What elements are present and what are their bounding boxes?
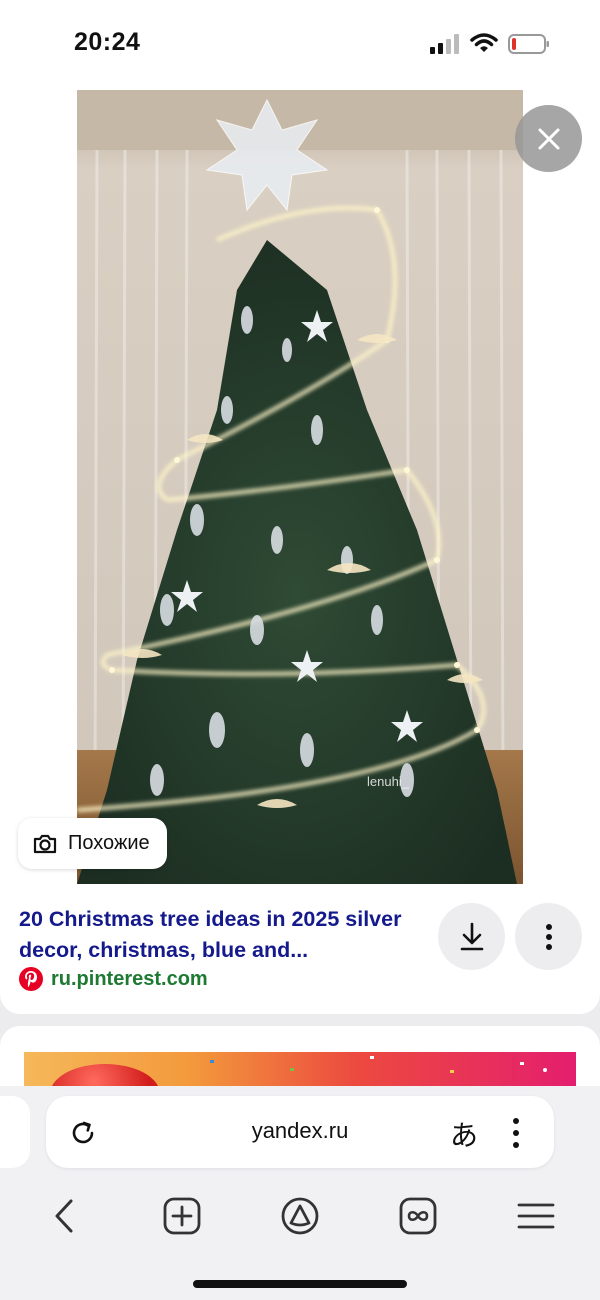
- pinterest-icon: [19, 967, 43, 991]
- new-tab-button[interactable]: [160, 1194, 204, 1238]
- status-bar: 20:24: [0, 0, 600, 90]
- confetti: [543, 1068, 547, 1072]
- signal-icon: [430, 34, 459, 54]
- confetti: [210, 1060, 214, 1063]
- alice-assistant-icon: [281, 1197, 319, 1235]
- confetti: [290, 1068, 294, 1071]
- back-arrow-icon: [55, 1199, 73, 1233]
- download-button[interactable]: [438, 903, 505, 970]
- confetti: [520, 1062, 524, 1065]
- battery-icon: [508, 34, 549, 54]
- hamburger-menu-icon: [517, 1203, 555, 1229]
- translate-icon[interactable]: あ: [450, 1114, 478, 1154]
- menu-button[interactable]: [514, 1194, 558, 1238]
- back-button[interactable]: [42, 1194, 86, 1238]
- camera-icon: [33, 834, 57, 853]
- tabs-button[interactable]: [396, 1194, 440, 1238]
- confetti: [370, 1056, 374, 1059]
- tabs-switcher-icon: [399, 1197, 437, 1235]
- tree-illustration: lenuhi_: [77, 90, 523, 884]
- previous-tab-peek[interactable]: [0, 1096, 30, 1168]
- alice-button[interactable]: [278, 1194, 322, 1238]
- browser-chrome: yandex.ru あ: [0, 1086, 600, 1300]
- close-button[interactable]: [515, 105, 582, 172]
- christmas-tree-image[interactable]: lenuhi_: [77, 90, 523, 884]
- address-bar[interactable]: yandex.ru あ: [46, 1096, 554, 1168]
- home-indicator: [193, 1280, 407, 1288]
- more-vertical-icon: [545, 923, 552, 950]
- confetti: [450, 1070, 454, 1073]
- similar-label: Похожие: [68, 832, 150, 854]
- more-options-button[interactable]: [515, 903, 582, 970]
- image-viewer: lenuhi_ Похожие: [0, 90, 600, 884]
- result-source[interactable]: ru.pinterest.com: [19, 967, 208, 991]
- download-icon: [460, 922, 483, 950]
- wifi-icon: [470, 33, 498, 52]
- status-time: 20:24: [74, 28, 141, 56]
- similar-images-button[interactable]: Похожие: [18, 818, 167, 869]
- watermark: lenuhi_: [367, 774, 410, 789]
- bottom-toolbar: [0, 1190, 600, 1240]
- source-domain: ru.pinterest.com: [51, 967, 208, 990]
- more-vertical-icon[interactable]: [510, 1116, 522, 1150]
- next-result-card[interactable]: [0, 1026, 600, 1086]
- result-title-link[interactable]: 20 Christmas tree ideas in 2025 silver d…: [19, 904, 419, 966]
- plus-square-icon: [163, 1197, 201, 1235]
- close-icon: [538, 128, 559, 149]
- result-card: 20 Christmas tree ideas in 2025 silver d…: [0, 884, 600, 1014]
